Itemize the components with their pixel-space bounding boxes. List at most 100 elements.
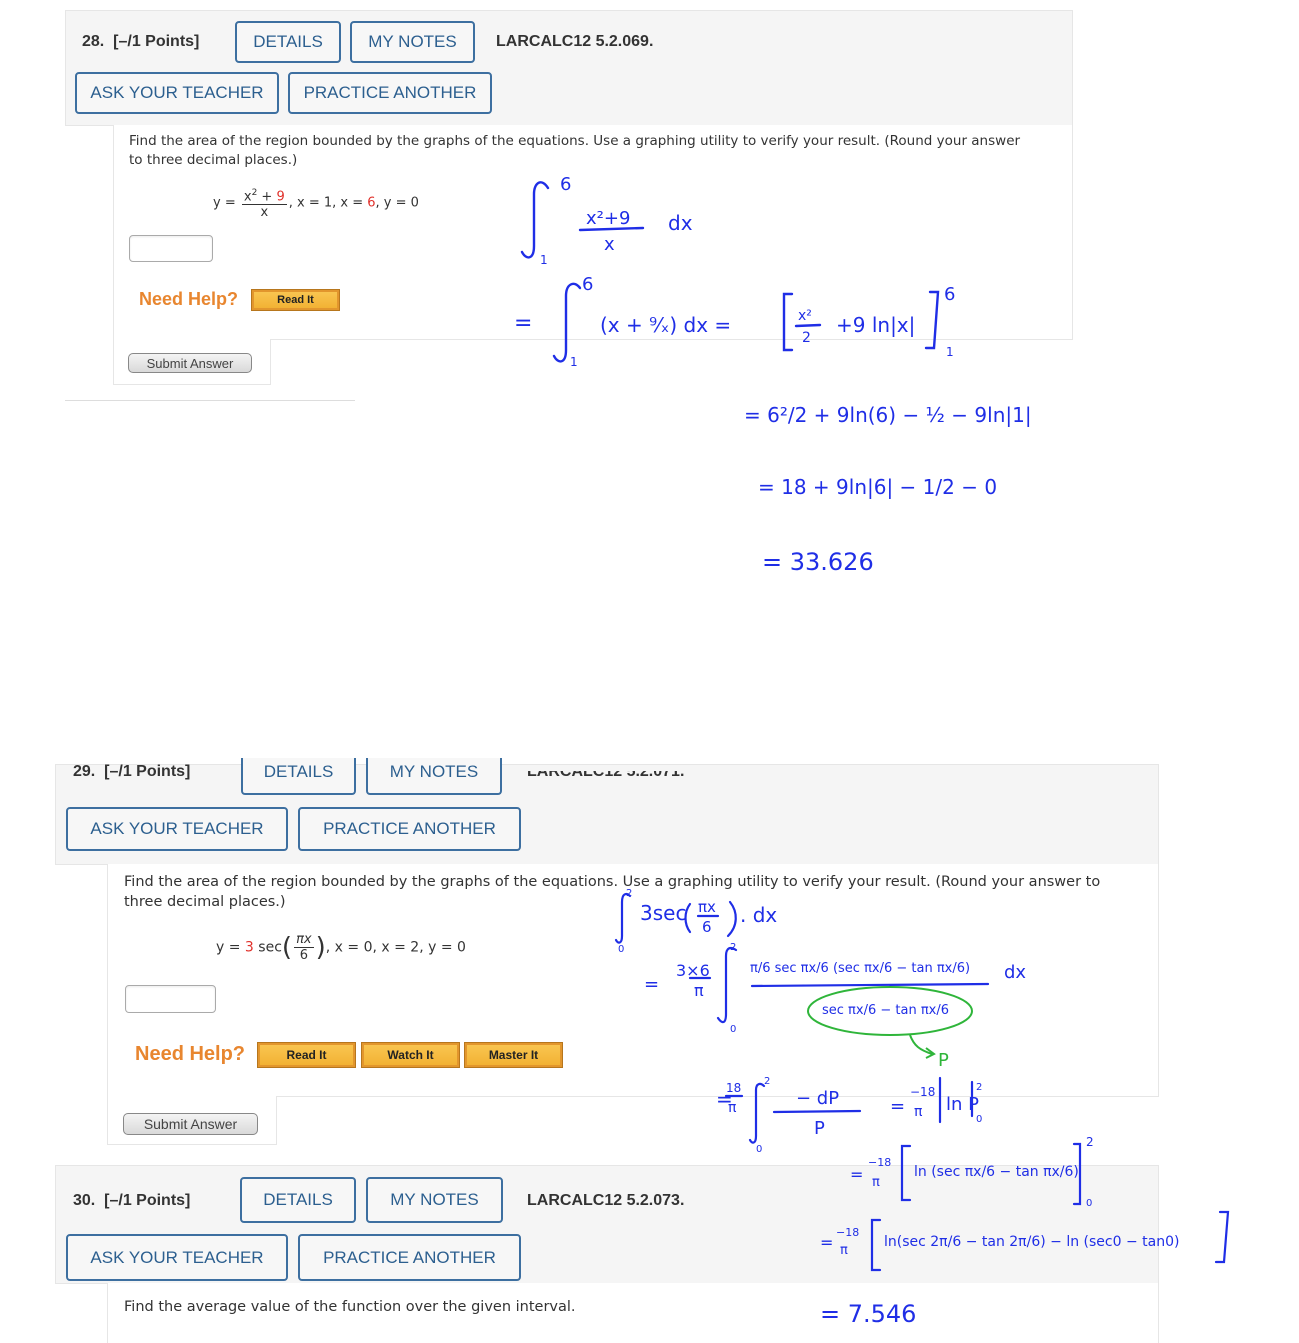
paren (726, 900, 737, 938)
hw-coef: −18 (910, 1085, 935, 1099)
equation-lhs: y = (216, 939, 245, 956)
hw-numerator: π/6 sec πx/6 (sec πx/6 − tan πx/6) (750, 961, 970, 976)
hw-upper-limit: 2 (730, 942, 736, 953)
ask-your-teacher-button[interactable]: ASK YOUR TEACHER (66, 807, 288, 851)
hw-arg-den: 6 (702, 918, 712, 936)
hw-result: = 7.546 (820, 1300, 916, 1328)
hw-coef: 3×6 (676, 961, 710, 980)
equation-fraction: x2 + 9 x (241, 186, 287, 221)
ask-your-teacher-button[interactable]: ASK YOUR TEACHER (66, 1234, 288, 1281)
hw-dx: . dx (740, 903, 777, 927)
equation-lhs: y = (213, 195, 236, 211)
paren-open: ( (281, 932, 293, 963)
hw-line5: = (820, 1233, 833, 1252)
answer-input[interactable] (125, 985, 216, 1013)
question-equation: y = 3 sec(πx 6), x = 0, x = 2, y = 0 (216, 932, 466, 963)
hw-dx: dx (1004, 962, 1026, 983)
equation-bound-value: 6 (367, 195, 376, 211)
read-it-button[interactable]: Read It (257, 1042, 356, 1068)
hw-eq-lnp: = (890, 1096, 905, 1117)
hw-coef-den: π (914, 1104, 923, 1120)
numerator-var: x (243, 189, 252, 205)
ask-your-teacher-button[interactable]: ASK YOUR TEACHER (75, 72, 279, 114)
hw-coef: 18 (726, 1081, 741, 1095)
hw-ln-term: +9 ln|x| (836, 313, 915, 337)
hw-limit: 2 (764, 1076, 770, 1087)
equation-fraction: πx 6 (294, 932, 314, 963)
details-button[interactable]: DETAILS (241, 758, 356, 795)
question-reference: LARCALC12 5.2.069. (496, 33, 654, 50)
hw-lower-limit: 0 (618, 944, 624, 955)
hw-integrand: (x + ⁹⁄ₓ) dx = (600, 313, 731, 337)
hw-coef-den: π (728, 1100, 737, 1116)
my-notes-button[interactable]: MY NOTES (366, 1177, 503, 1223)
fraction-bar (772, 1109, 862, 1114)
read-it-button[interactable]: Read It (251, 289, 340, 311)
equation-bounds: , x = 1, x = (288, 195, 368, 211)
answer-input[interactable] (129, 235, 213, 262)
hw-coef-den: π (872, 1175, 880, 1190)
question-number: 30. (73, 1192, 96, 1209)
hw-limit: 0 (976, 1114, 982, 1125)
handwritten-solution-28: 6 1 x²+9 x dx = 6 1 (x + ⁹⁄ₓ) dx = x² 2 … (514, 174, 1032, 576)
hw-denominator: x (604, 234, 615, 255)
handwritten-solution-29: P 2 0 3sec πx 6 . dx = 3×6 π 2 0 π/6 sec… (614, 888, 1230, 1328)
hw-ln-term: ln (sec πx/6 − tan πx/6) (914, 1164, 1079, 1180)
hw-x-squared: x² (798, 308, 812, 324)
question-30-number: 30. [–/1 Points] (73, 1192, 190, 1210)
hw-lower-limit: 0 (730, 1024, 736, 1035)
submit-answer-button[interactable]: Submit Answer (123, 1113, 258, 1135)
details-button[interactable]: DETAILS (235, 21, 341, 63)
need-help-label: Need Help? (135, 1043, 246, 1065)
submit-answer-button[interactable]: Submit Answer (128, 353, 252, 373)
equation-coefficient: 3 (244, 939, 254, 956)
hw-coef: −18 (868, 1156, 891, 1169)
hw-ln-term: ln(sec 2π/6 − tan 2π/6) − ln (sec0 − tan… (884, 1234, 1179, 1250)
hw-upper-limit: 2 (626, 888, 632, 899)
question-number: 28. (82, 33, 105, 50)
master-it-button[interactable]: Master It (464, 1042, 563, 1068)
hw-p: P (814, 1118, 825, 1139)
hw-line4: = 18 + 9ln|6| − 1/2 − 0 (758, 475, 997, 499)
bracket (900, 1144, 912, 1202)
fraction-bar (794, 323, 822, 328)
practice-another-button[interactable]: PRACTICE ANOTHER (298, 807, 521, 851)
details-button[interactable]: DETAILS (240, 1177, 356, 1223)
hw-upper-limit: 6 (582, 274, 593, 295)
hw-arg-num: πx (698, 898, 716, 916)
hw-coef-den: π (840, 1243, 848, 1258)
fraction-bar (750, 982, 990, 988)
numerator-constant: 9 (276, 189, 285, 205)
denominator: x (260, 205, 269, 221)
hw-substitution-p: P (938, 1050, 949, 1071)
integral-sign (748, 1082, 766, 1144)
equation-bounds: , x = 0, x = 2, y = 0 (325, 939, 466, 956)
hw-ln-p: ln P (946, 1094, 979, 1115)
points-label: [–/1 Points] (104, 763, 191, 780)
practice-another-button[interactable]: PRACTICE ANOTHER (288, 72, 492, 114)
argument-numerator: πx (294, 932, 314, 948)
points-label: [–/1 Points] (104, 1192, 191, 1209)
bracket (924, 290, 940, 350)
hw-bracket-lower: 1 (946, 345, 954, 359)
integral-sign (552, 282, 582, 363)
integral-sign (614, 892, 632, 944)
hw-bracket-upper: 6 (944, 284, 955, 305)
need-help-label: Need Help? (139, 289, 239, 309)
hw-dp: − dP (796, 1088, 839, 1109)
hw-equals: = (644, 974, 659, 995)
equation-function: sec (253, 939, 282, 956)
my-notes-button[interactable]: MY NOTES (350, 21, 475, 63)
hw-dx: dx (668, 211, 693, 235)
question-equation: y = x2 + 9 x , x = 1, x = 6, y = 0 (213, 186, 419, 220)
my-notes-button[interactable]: MY NOTES (366, 758, 502, 795)
bracket (782, 292, 794, 352)
hw-denominator: sec πx/6 − tan πx/6 (822, 1003, 949, 1018)
question-prompt: Find the average value of the function o… (124, 1299, 576, 1315)
practice-another-button[interactable]: PRACTICE ANOTHER (298, 1234, 521, 1281)
question-28-number: 28. [–/1 Points] (82, 33, 199, 51)
hw-line3: = 6²/2 + 9ln(6) − ½ − 9ln|1| (744, 403, 1032, 427)
bracket (1214, 1210, 1230, 1264)
hw-limit: 2 (976, 1082, 982, 1093)
watch-it-button[interactable]: Watch It (361, 1042, 460, 1068)
